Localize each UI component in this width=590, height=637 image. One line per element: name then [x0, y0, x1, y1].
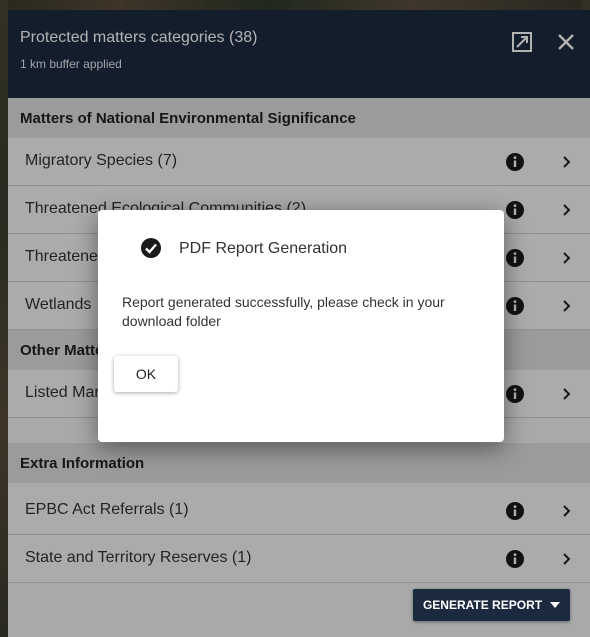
generate-report-label: GENERATE REPORT: [422, 598, 543, 612]
ok-button[interactable]: OK: [114, 356, 178, 392]
caret-down-icon: [550, 602, 561, 608]
dialog-message: Report generated successfully, please ch…: [122, 294, 445, 329]
generate-report-button[interactable]: GENERATE REPORT: [413, 589, 570, 621]
check-circle-icon: [141, 238, 161, 258]
dialog-title: PDF Report Generation: [179, 240, 348, 257]
report-dialog: PDF Report Generation Report generated s…: [98, 210, 504, 442]
